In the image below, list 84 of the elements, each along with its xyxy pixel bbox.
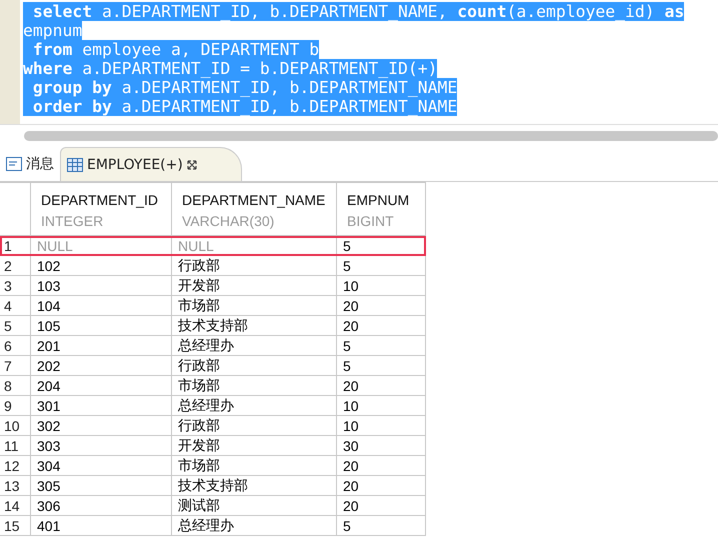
table-cell: 总经理办 <box>172 396 336 416</box>
column-header: EMPNUM <box>347 191 410 210</box>
table-cell: 20 <box>336 316 426 336</box>
row-number: 8 <box>0 376 30 396</box>
row-number: 9 <box>0 396 30 416</box>
row-number: 7 <box>0 356 30 376</box>
column-header: DEPARTMENT_ID <box>41 191 159 210</box>
table-row[interactable]: 15 401 总经理办 5 <box>0 516 426 536</box>
table-cell: 技术支持部 <box>172 316 336 336</box>
row-number: 1 <box>0 236 30 256</box>
row-number: 5 <box>0 316 30 336</box>
table-cell: 5 <box>336 336 426 356</box>
table-cell: 20 <box>336 296 426 316</box>
table-row[interactable]: 11 303 开发部 30 <box>0 436 426 456</box>
table-cell: 30 <box>336 436 426 456</box>
table-cell: 总经理办 <box>172 516 336 536</box>
row-number: 12 <box>0 456 30 476</box>
table-cell: 市场部 <box>172 376 336 396</box>
table-row[interactable]: 8 204 市场部 20 <box>0 376 426 396</box>
table-cell: 10 <box>336 276 426 296</box>
table-cell: 5 <box>336 356 426 376</box>
table-cell: 市场部 <box>172 296 336 316</box>
message-icon <box>6 157 22 171</box>
table-cell: 302 <box>30 416 172 436</box>
table-cell: 104 <box>30 296 172 316</box>
table-cell: 市场部 <box>172 456 336 476</box>
table-cell: 10 <box>336 416 426 436</box>
table-cell: 开发部 <box>172 276 336 296</box>
table-cell: 20 <box>336 376 426 396</box>
table-cell: 行政部 <box>172 416 336 436</box>
table-row[interactable]: 10 302 行政部 10 <box>0 416 426 436</box>
table-cell: 5 <box>336 516 426 536</box>
table-cell: 202 <box>30 356 172 376</box>
row-number: 3 <box>0 276 30 296</box>
table-cell: 总经理办 <box>172 336 336 356</box>
table-icon <box>67 158 83 172</box>
table-row[interactable]: 14 306 测试部 20 <box>0 496 426 516</box>
table-row[interactable]: 13 305 技术支持部 20 <box>0 476 426 496</box>
result-tab[interactable]: 消息 <box>0 147 60 181</box>
row-number: 14 <box>0 496 30 516</box>
table-row[interactable]: 7 202 行政部 5 <box>0 356 426 376</box>
table-cell: 技术支持部 <box>172 476 336 496</box>
column-type: VARCHAR(30) <box>182 212 276 231</box>
table-cell: 20 <box>336 476 426 496</box>
row-number: 6 <box>0 336 30 356</box>
table-row[interactable]: 6 201 总经理办 5 <box>0 336 426 356</box>
table-row[interactable]: 1 NULL NULL 5 <box>0 236 426 256</box>
column-header: DEPARTMENT_NAME <box>182 191 326 210</box>
table-cell: 行政部 <box>172 356 336 376</box>
table-row[interactable]: 12 304 市场部 20 <box>0 456 426 476</box>
row-number: 4 <box>0 296 30 316</box>
table-row[interactable]: 5 105 技术支持部 20 <box>0 316 426 336</box>
table-cell: 401 <box>30 516 172 536</box>
row-number: 11 <box>0 436 30 456</box>
table-row[interactable]: 4 104 市场部 20 <box>0 296 426 316</box>
table-cell: 201 <box>30 336 172 356</box>
horizontal-scrollbar[interactable] <box>24 131 718 141</box>
table-row[interactable]: 9 301 总经理办 10 <box>0 396 426 416</box>
row-number: 13 <box>0 476 30 496</box>
table-row[interactable]: 2 102 行政部 5 <box>0 256 426 276</box>
table-cell: 301 <box>30 396 172 416</box>
table-cell: 204 <box>30 376 172 396</box>
table-cell: 305 <box>30 476 172 496</box>
row-number: 10 <box>0 416 30 436</box>
row-number: 2 <box>0 256 30 276</box>
table-cell: 10 <box>336 396 426 416</box>
table-cell: 20 <box>336 496 426 516</box>
table-cell: 测试部 <box>172 496 336 516</box>
column-type: BIGINT <box>347 212 395 231</box>
column-type: INTEGER <box>41 212 104 231</box>
close-icon[interactable] <box>186 160 197 170</box>
table-cell: 行政部 <box>172 256 336 276</box>
table-cell: 102 <box>30 256 172 276</box>
table-cell: 103 <box>30 276 172 296</box>
table-cell: 开发部 <box>172 436 336 456</box>
result-tab[interactable]: EMPLOYEE(+) <box>60 147 242 181</box>
table-cell: 5 <box>336 256 426 276</box>
table-cell: 105 <box>30 316 172 336</box>
table-row[interactable]: 3 103 开发部 10 <box>0 276 426 296</box>
table-cell: 20 <box>336 456 426 476</box>
row-number: 15 <box>0 516 30 536</box>
table-cell: 303 <box>30 436 172 456</box>
table-cell: 304 <box>30 456 172 476</box>
table-cell: 306 <box>30 496 172 516</box>
